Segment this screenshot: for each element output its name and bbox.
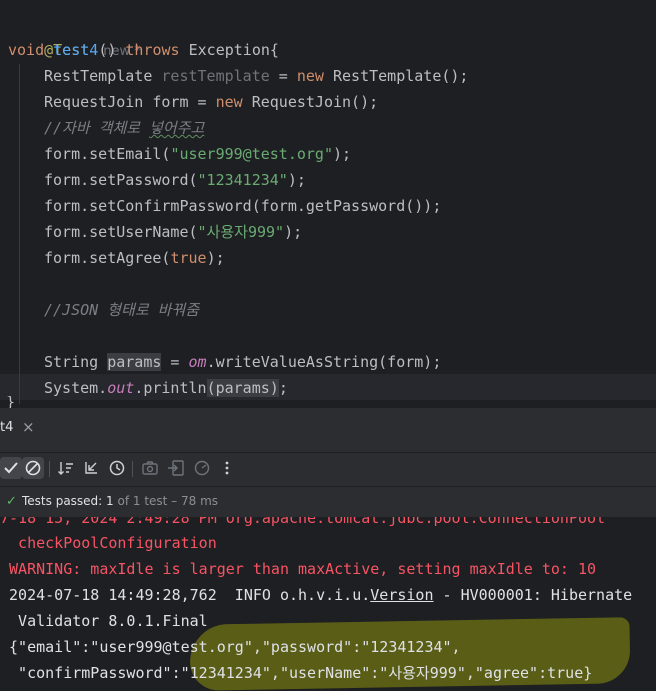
test-status-text: Tests passed: 1 of 1 test – 78 ms <box>22 494 218 508</box>
log-text: - HV000001: Hibernate <box>433 586 633 604</box>
console-line-5: {"email":"user999@test.org","password":"… <box>0 638 461 656</box>
brace: } <box>6 396 16 408</box>
code-line-5: //자바 객체로 넣어주고 <box>44 115 204 141</box>
toolbar-separator <box>132 461 133 477</box>
keyword-new: new <box>215 93 243 111</box>
call-end: ); <box>284 223 303 241</box>
keyword-new: new <box>296 67 324 85</box>
collapse-icon[interactable] <box>80 457 102 479</box>
code-line-3: RestTemplate restTemplate = new RestTemp… <box>44 63 468 89</box>
code-line-6: form.setEmail("user999@test.org"); <box>44 141 351 167</box>
highlighted-variable: params <box>107 353 162 371</box>
status-prefix: Tests passed: <box>22 494 107 508</box>
call-text: form.setAgree( <box>44 249 171 267</box>
import-icon[interactable] <box>165 457 187 479</box>
paren-open: ( <box>206 379 216 397</box>
assign-op: = <box>269 67 297 85</box>
decl-text: RequestJoin form = <box>44 93 216 111</box>
keyword-void: void <box>8 41 45 59</box>
test-status-bar: ✓ Tests passed: 1 of 1 test – 78 ms <box>0 486 656 518</box>
method-parens: () <box>98 41 126 59</box>
type-name: RestTemplate <box>44 67 162 85</box>
call-text: form.setEmail( <box>44 145 171 163</box>
history-icon[interactable] <box>106 457 128 479</box>
semicolon: ; <box>278 379 288 397</box>
field-reference: om <box>188 353 207 371</box>
gauge-icon[interactable] <box>191 457 213 479</box>
string-literal: "12341234" <box>197 171 288 189</box>
unused-variable: restTemplate <box>161 67 270 85</box>
passed-count: 1 <box>106 494 114 508</box>
comment-text: //자바 객체로 <box>44 119 150 137</box>
code-line-14: String params = om.writeValueAsString(fo… <box>44 349 441 375</box>
code-line-9: form.setUserName("사용자999"); <box>44 219 302 245</box>
call-text: form.setConfirmPassword(form.getPassword… <box>44 197 442 215</box>
console-output[interactable]: 7-18 15, 2024 2:49:28 PM org.apache.tomc… <box>0 517 656 691</box>
camera-icon[interactable] <box>139 457 161 479</box>
comment-typo: 넣어주고 <box>149 119 205 137</box>
code-line-8: form.setConfirmPassword(form.getPassword… <box>44 193 441 219</box>
check-icon[interactable] <box>0 457 22 479</box>
highlighted-variable: params <box>215 379 270 397</box>
type-name: String <box>44 353 108 371</box>
class-link[interactable]: Version <box>370 586 433 604</box>
code-line-10: form.setAgree(true); <box>44 245 225 271</box>
close-icon[interactable]: × <box>22 418 35 436</box>
stop-icon[interactable] <box>22 457 44 479</box>
passed-check-icon: ✓ <box>6 494 17 509</box>
comment-text: //JSON 형태로 바꿔줌 <box>44 301 200 319</box>
closing-brace: } <box>6 396 15 408</box>
method-call: .println <box>134 379 207 397</box>
console-line-0: 7-18 15, 2024 2:49:28 PM org.apache.tomc… <box>0 517 606 527</box>
run-tool-window: t4 × ✓ Tests passed: 1 of 1 test – 78 ms… <box>0 408 656 691</box>
code-line-15: System.out.println(params); <box>44 375 288 401</box>
string-literal: "user999@test.org" <box>170 145 333 163</box>
test-toolbar <box>0 453 656 485</box>
console-line-2: WARNING: maxIdle is larger than maxActiv… <box>0 560 597 578</box>
console-line-3: 2024-07-18 14:49:28,762 INFO o.h.v.i.u.V… <box>0 582 632 608</box>
method-name: test4 <box>53 41 99 59</box>
console-line-6: "confirmPassword":"12341234","userName":… <box>0 664 593 682</box>
indent-guide <box>19 64 20 404</box>
keyword-throws: throws <box>125 41 180 59</box>
constructor-call: RestTemplate(); <box>323 67 469 85</box>
call-end: ); <box>333 145 352 163</box>
assign-op: = <box>161 353 189 371</box>
more-icon[interactable] <box>216 457 238 479</box>
console-line-1: checkPoolConfiguration <box>0 534 217 552</box>
code-line-7: form.setPassword("12341234"); <box>44 167 306 193</box>
sort-icon[interactable] <box>55 457 77 479</box>
console-line-4: Validator 8.0.1.Final <box>0 612 208 630</box>
status-suffix: of 1 test – 78 ms <box>113 494 219 508</box>
code-line-2: void test4() throws Exception{ <box>8 37 279 63</box>
code-editor[interactable]: @Test new * void test4() throws Exception… <box>0 0 656 408</box>
code-line-4: RequestJoin form = new RequestJoin(); <box>44 89 378 115</box>
call-end: ); <box>206 249 225 267</box>
static-field: out <box>107 379 135 397</box>
log-text: 2024-07-18 14:49:28,762 INFO o.h.v.i.u. <box>0 586 371 604</box>
call-text: .writeValueAsString(form); <box>206 353 442 371</box>
constructor-call: RequestJoin(); <box>242 93 379 111</box>
exception-decl: Exception{ <box>179 41 279 59</box>
keyword-true: true <box>170 249 207 267</box>
string-literal: "사용자999" <box>197 223 285 241</box>
toolbar-separator <box>49 461 50 477</box>
call-text: System. <box>44 379 108 397</box>
call-text: form.setUserName( <box>44 223 198 241</box>
call-text: form.setPassword( <box>44 171 198 189</box>
tool-tab-bar: t4 × <box>0 408 656 453</box>
call-end: ); <box>287 171 306 189</box>
paren-close: ) <box>269 379 279 397</box>
code-line-12: //JSON 형태로 바꿔줌 <box>44 297 199 323</box>
tab-test4[interactable]: t4 <box>0 420 13 435</box>
code-line-1: @Test new * <box>8 11 141 59</box>
